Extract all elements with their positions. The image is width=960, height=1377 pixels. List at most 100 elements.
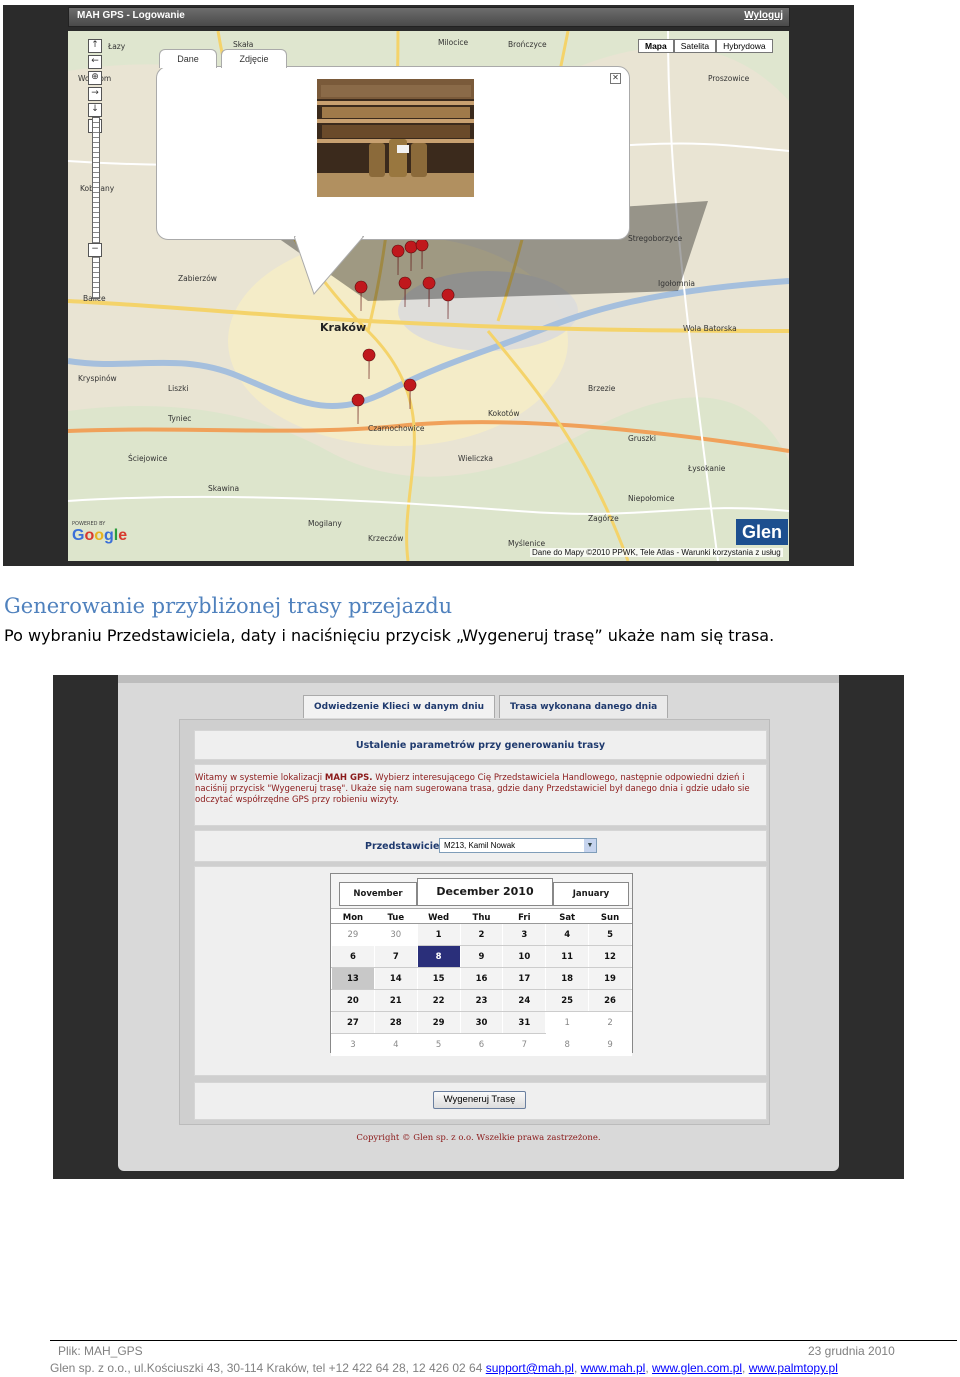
calendar-day[interactable]: 6 [331,945,375,968]
bubble-tab-photo[interactable]: Zdjęcie [221,49,287,68]
calendar-day[interactable]: 14 [373,967,418,990]
date-calendar: November December 2010 January Mon Tue Wed… [330,873,633,1056]
calendar-weekday-label: Wed [417,912,461,924]
svg-text:Gruszki: Gruszki [628,434,656,443]
form-panel: Ustalenie parametrów przy generowaniu tr… [179,719,770,1125]
footer-separator: , [645,1361,652,1375]
calendar-day[interactable]: 1 [416,923,461,946]
svg-text:Ściejowice: Ściejowice [128,454,168,463]
bubble-pointer [294,236,364,295]
calendar-prev-month-button[interactable]: November [339,882,417,906]
calendar-day: 4 [373,1033,418,1056]
intro-brand: MAH GPS. [324,773,373,783]
calendar-day-selected[interactable]: 8 [416,945,461,968]
zoom-out-icon[interactable]: − [88,243,102,257]
svg-text:Zagórze: Zagórze [588,514,619,523]
calendar-day[interactable]: 27 [331,1011,375,1034]
footer-link-palmtopy[interactable]: www.palmtopy.pl [749,1361,838,1375]
map-app-title: MAH GPS - Logowanie [77,10,185,21]
svg-text:Wola Batorska: Wola Batorska [683,324,737,333]
calendar-weekday-label: Sun [588,912,632,924]
calendar-day[interactable]: 31 [502,1011,547,1034]
calendar-week-row: 20 21 22 23 24 25 26 [331,989,632,1012]
svg-text:Łazy: Łazy [107,42,126,51]
calendar-day[interactable]: 26 [588,989,632,1012]
pan-left-icon[interactable]: ← [88,55,102,69]
calendar-day[interactable]: 4 [545,923,590,946]
calendar-weekday-label: Thu [460,912,503,924]
calendar-weekday-label: Tue [374,912,418,924]
chevron-down-icon[interactable]: ▼ [584,839,596,852]
calendar-day[interactable]: 16 [459,967,504,990]
tab-route-of-day[interactable]: Trasa wykonana danego dnia [499,695,669,718]
calendar-day[interactable]: 7 [373,945,418,968]
calendar-day[interactable]: 17 [502,967,547,990]
map-type-hybrid-button[interactable]: Hybrydowa [716,39,773,53]
footer-company-info: Glen sp. z o.o., ul.Kościuszki 43, 30-11… [50,1361,838,1375]
calendar-day[interactable]: 9 [459,945,504,968]
calendar-day[interactable]: 20 [331,989,375,1012]
calendar-day: 6 [459,1033,504,1056]
representative-select[interactable]: M213, Kamil Nowak ▼ [439,838,597,853]
calendar-day[interactable]: 3 [502,923,547,946]
calendar-day[interactable]: 12 [588,945,632,968]
map-copyright: Dane do Mapy ©2010 PPWK, Tele Atlas - Wa… [530,548,783,557]
footer-link-glen[interactable]: www.glen.com.pl [652,1361,742,1375]
svg-text:Mogilany: Mogilany [308,519,342,528]
bubble-tab-data[interactable]: Dane [159,49,217,68]
button-box: Wygeneruj Trasę [194,1082,767,1120]
svg-text:Czarnochowice: Czarnochowice [368,424,425,433]
logout-link[interactable]: Wyloguj [744,10,783,21]
calendar-day[interactable]: 5 [588,923,632,946]
calendar-day: 5 [416,1033,461,1056]
calendar-day[interactable]: 22 [416,989,461,1012]
calendar-day[interactable]: 25 [545,989,590,1012]
map-type-switcher: Mapa Satelita Hybrydowa [638,39,773,53]
calendar-grid: Mon Tue Wed Thu Fri Sat Sun 29 30 1 2 3 4 5 6 7 8 9 10 11 1… [331,912,632,1056]
route-form-screenshot: Odwiedzenie Klieci w danym dniu Trasa wy… [53,675,904,1179]
pan-down-icon[interactable]: ↓ [88,103,102,117]
svg-text:Skawina: Skawina [208,484,239,493]
calendar-header: November December 2010 January [331,874,632,909]
calendar-day[interactable]: 11 [545,945,590,968]
calendar-day[interactable]: 21 [373,989,418,1012]
calendar-day[interactable]: 18 [545,967,590,990]
calendar-day[interactable]: 28 [373,1011,418,1034]
form-copyright: Copyright © Glen sp. z o.o. Wszelkie pra… [356,1133,601,1143]
calendar-week-row: 6 7 8 9 10 11 12 [331,945,632,968]
calendar-day[interactable]: 19 [588,967,632,990]
close-icon[interactable]: ✕ [610,73,621,84]
pan-up-icon[interactable]: ↑ [88,39,102,53]
section-paragraph: Po wybraniu Przedstawiciela, daty i naci… [4,626,775,645]
footer-email-link[interactable]: support@mah.pl [486,1361,574,1375]
map-type-satellite-button[interactable]: Satelita [673,39,717,53]
svg-text:Tyniec: Tyniec [167,414,191,423]
calendar-day[interactable]: 15 [416,967,461,990]
calendar-day[interactable]: 30 [459,1011,504,1034]
footer-link-mah[interactable]: www.mah.pl [581,1361,646,1375]
calendar-day[interactable]: 2 [459,923,504,946]
calendar-day[interactable]: 29 [416,1011,461,1034]
svg-text:Krzeczów: Krzeczów [368,534,403,543]
calendar-next-month-button[interactable]: January [553,882,629,906]
info-bubble: Dane Zdjęcie ✕ [156,49,630,240]
svg-text:Stregoborzyce: Stregoborzyce [628,234,683,243]
calendar-current-month: December 2010 [417,878,553,906]
calendar-day[interactable]: 10 [502,945,547,968]
tab-client-visits[interactable]: Odwiedzenie Klieci w danym dniu [303,695,496,718]
map-type-map-button[interactable]: Mapa [638,39,674,53]
pan-center-icon[interactable]: ⊕ [88,71,102,85]
pan-right-icon[interactable]: → [88,87,102,101]
zoom-slider[interactable] [92,117,100,299]
calendar-day[interactable]: 13 [331,967,375,990]
calendar-day: 1 [545,1011,590,1034]
generate-route-button[interactable]: Wygeneruj Trasę [433,1091,526,1109]
calendar-day[interactable]: 23 [459,989,504,1012]
svg-text:Kraków: Kraków [320,321,366,334]
calendar-day[interactable]: 24 [502,989,547,1012]
calendar-week-row: 27 28 29 30 31 1 2 [331,1011,632,1034]
frame-top-bar [118,675,839,683]
svg-text:Kryspinów: Kryspinów [78,374,117,383]
section-heading: Generowanie przybliżonej trasy przejazdu [4,594,453,618]
map-canvas[interactable]: Łazy Skała Milocice Brończyce Wolbrom Ko… [68,31,789,561]
